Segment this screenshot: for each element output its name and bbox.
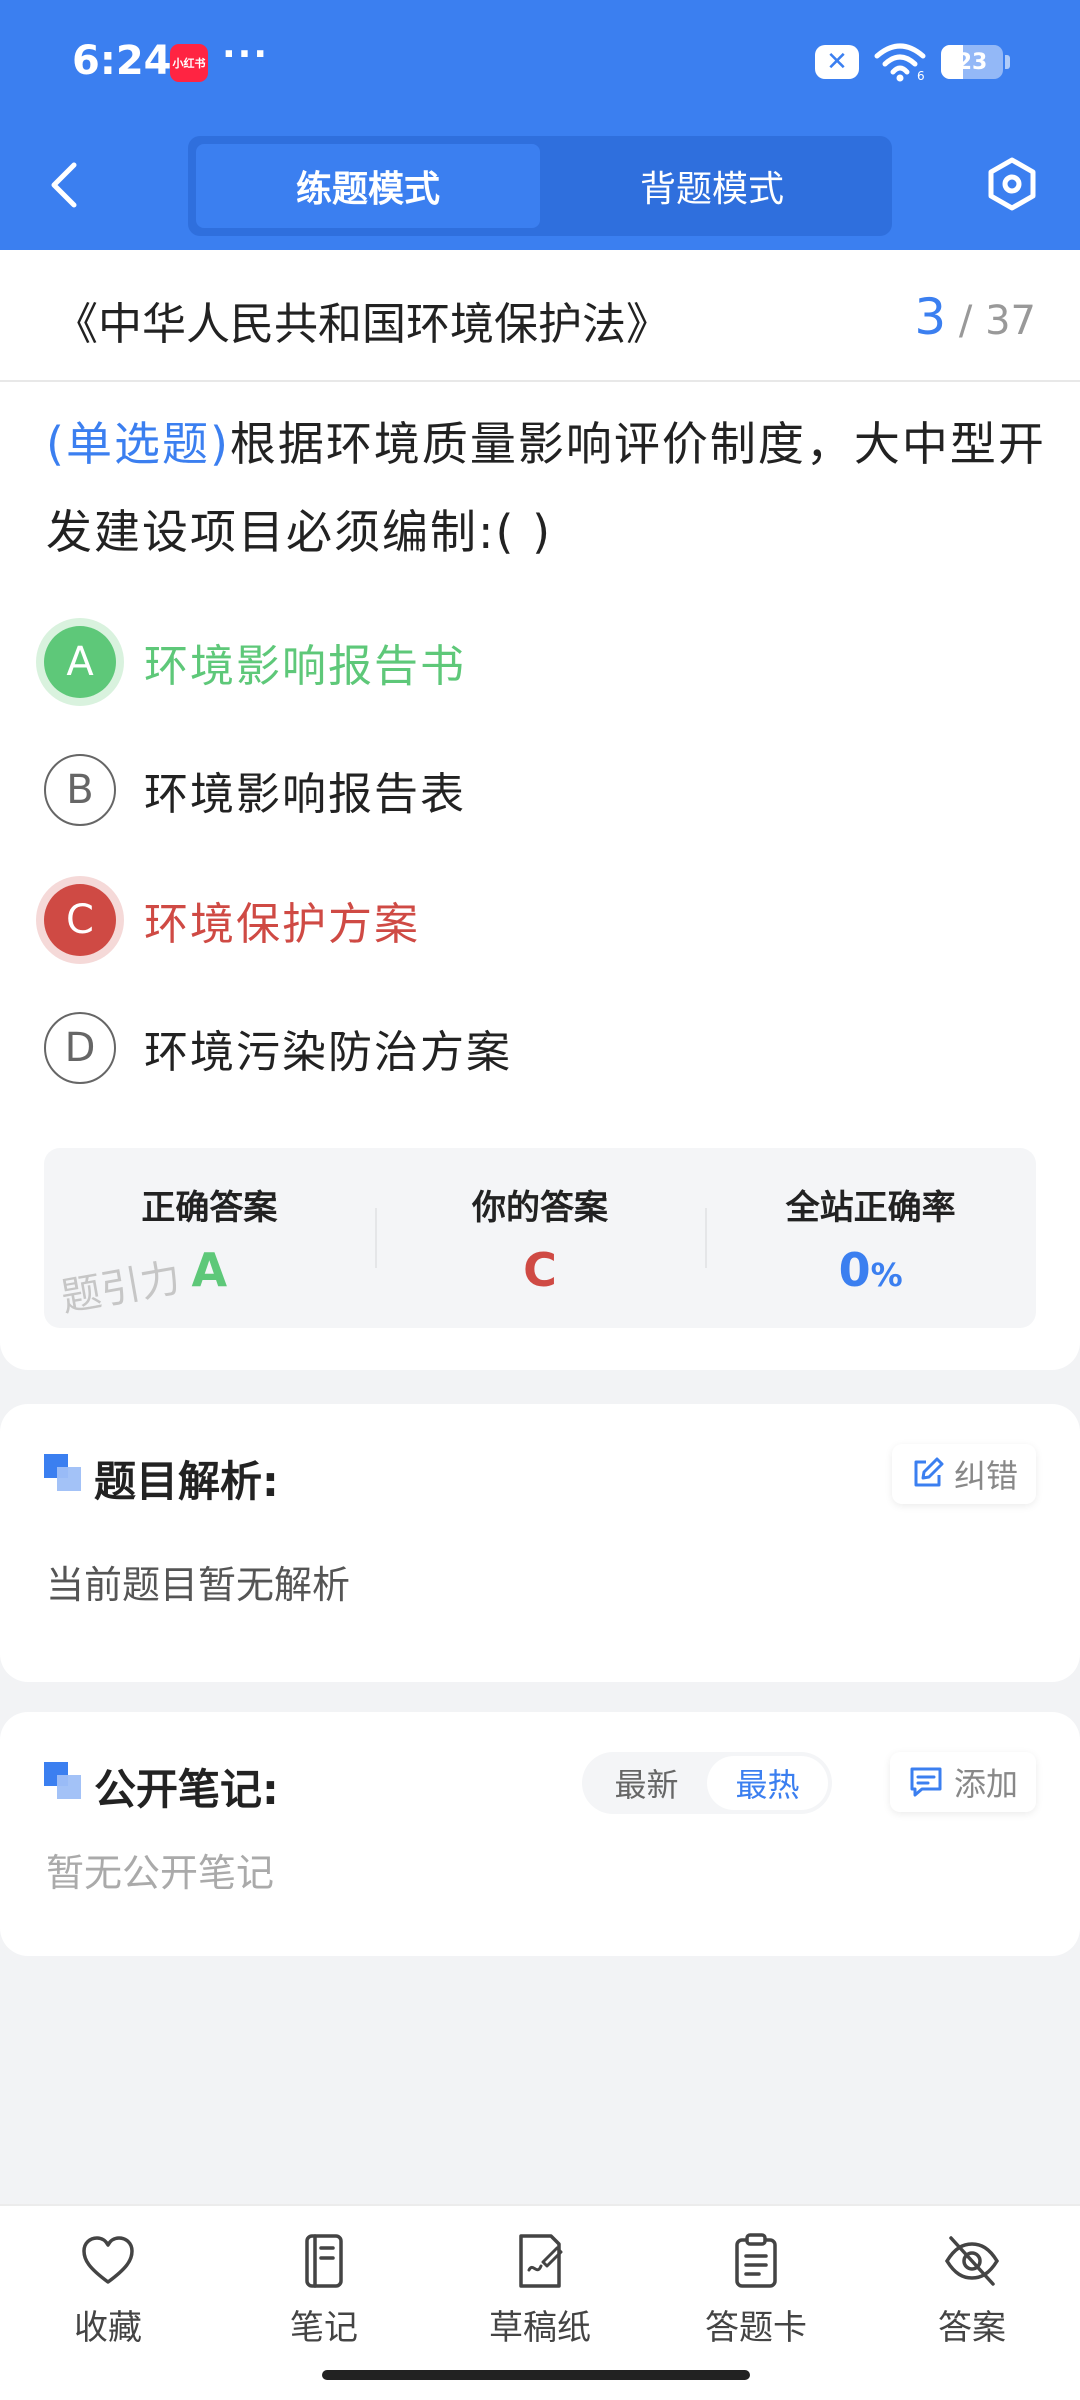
- mode-switch: 练题模式 背题模式: [188, 136, 892, 236]
- add-note-label: 添加: [953, 1765, 1018, 1803]
- question-card: 《中华人民共和国环境保护法》 3 / 37 (单选题)根据环境质量影响评价制度，…: [0, 250, 1080, 1370]
- report-error-label: 纠错: [953, 1457, 1018, 1495]
- home-indicator[interactable]: [322, 2370, 750, 2380]
- rate-number: 0: [838, 1243, 871, 1297]
- option-letter: A: [44, 626, 116, 698]
- sort-latest[interactable]: 最新: [586, 1756, 707, 1810]
- correct-answer-label: 正确答案: [141, 1188, 278, 1228]
- tab-practice-mode[interactable]: 练题模式: [196, 144, 540, 228]
- question-counter: 3 / 37: [914, 288, 1036, 346]
- analysis-card: 题目解析: 纠错 当前题目暂无解析: [0, 1404, 1080, 1682]
- rate-unit: %: [870, 1256, 903, 1294]
- tab-label: 答题卡: [705, 2308, 807, 2348]
- xiaohongshu-app-icon: 小红书: [170, 44, 208, 82]
- wifi-icon: 6: [874, 43, 926, 82]
- option-letter: D: [44, 1012, 116, 1084]
- answer-summary: 正确答案 A 你的答案 C 全站正确率 0%: [44, 1148, 1036, 1328]
- option-text: 环境影响报告表: [144, 769, 466, 820]
- status-time: 6:24: [72, 38, 172, 84]
- tab-label: 答案: [938, 2308, 1006, 2348]
- clipboard-icon: [735, 2233, 777, 2288]
- tab-answer[interactable]: 答案: [864, 2206, 1080, 2400]
- divider: [0, 380, 1080, 382]
- section-squares-icon: [44, 1454, 82, 1492]
- question-text: (单选题)根据环境质量影响评价制度，大中型开发建设项目必须编制:( ): [46, 400, 1046, 576]
- settings-icon[interactable]: [984, 156, 1040, 212]
- tab-label: 草稿纸: [489, 2308, 591, 2348]
- status-bar: 6:24 小红书 ··· ✕ 6 23: [0, 0, 1080, 125]
- sort-hottest[interactable]: 最热: [707, 1756, 828, 1810]
- eye-off-icon: [944, 2236, 1000, 2286]
- notes-title: 公开笔记:: [94, 1765, 279, 1814]
- accuracy-rate-value: 0%: [705, 1243, 1036, 1297]
- heart-icon: [82, 2236, 134, 2284]
- add-note-button[interactable]: 添加: [889, 1752, 1036, 1812]
- comment-icon: [910, 1767, 942, 1797]
- question-type: (单选题): [46, 417, 230, 471]
- analysis-title: 题目解析:: [94, 1457, 279, 1506]
- option-text: 环境污染防治方案: [144, 1027, 512, 1078]
- status-icons: ✕ 6 23: [815, 42, 1010, 82]
- analysis-body: 当前题目暂无解析: [46, 1563, 351, 1607]
- notes-sort-toggle: 最新 最热: [582, 1752, 832, 1814]
- tab-label: 收藏: [74, 2308, 142, 2348]
- tab-label: 笔记: [290, 2308, 358, 2348]
- sim-off-icon: ✕: [815, 45, 859, 79]
- back-arrow-icon[interactable]: [40, 155, 90, 215]
- notebook-icon: [305, 2234, 343, 2288]
- your-answer-value: C: [523, 1243, 557, 1297]
- current-question-number: 3: [914, 288, 947, 346]
- option-letter: B: [44, 754, 116, 826]
- option-letter: C: [44, 884, 116, 956]
- tab-favorite[interactable]: 收藏: [0, 2206, 216, 2400]
- report-error-button[interactable]: 纠错: [891, 1444, 1036, 1504]
- option-d[interactable]: D 环境污染防治方案: [44, 1008, 512, 1088]
- accuracy-rate-column: 全站正确率 0%: [705, 1148, 1036, 1328]
- tab-memorize-mode[interactable]: 背题模式: [540, 144, 884, 228]
- total-questions: 37: [985, 298, 1036, 344]
- battery-level: 23: [956, 49, 988, 75]
- notes-empty-text: 暂无公开笔记: [46, 1851, 275, 1895]
- accuracy-rate-label: 全站正确率: [785, 1188, 956, 1228]
- battery-icon: 23: [941, 45, 1003, 79]
- draft-paper-icon: [519, 2234, 563, 2288]
- app-header: 6:24 小红书 ··· ✕ 6 23 练题模式 背题模式: [0, 0, 1080, 250]
- section-squares-icon: [44, 1762, 82, 1800]
- counter-separator: /: [958, 298, 973, 344]
- law-title: 《中华人民共和国环境保护法》: [54, 299, 670, 350]
- your-answer-label: 你的答案: [472, 1188, 608, 1228]
- more-notifications-icon: ···: [222, 34, 270, 75]
- your-answer-column: 你的答案 C: [374, 1148, 706, 1328]
- option-b[interactable]: B 环境影响报告表: [44, 750, 466, 830]
- option-text: 环境影响报告书: [144, 641, 466, 692]
- option-c[interactable]: C 环境保护方案: [44, 880, 420, 960]
- option-a[interactable]: A 环境影响报告书: [44, 622, 466, 702]
- notes-card: 公开笔记: 最新 最热 添加 暂无公开笔记: [0, 1712, 1080, 1956]
- edit-icon: [914, 1457, 944, 1487]
- option-text: 环境保护方案: [144, 899, 420, 950]
- svg-text:6: 6: [917, 69, 925, 82]
